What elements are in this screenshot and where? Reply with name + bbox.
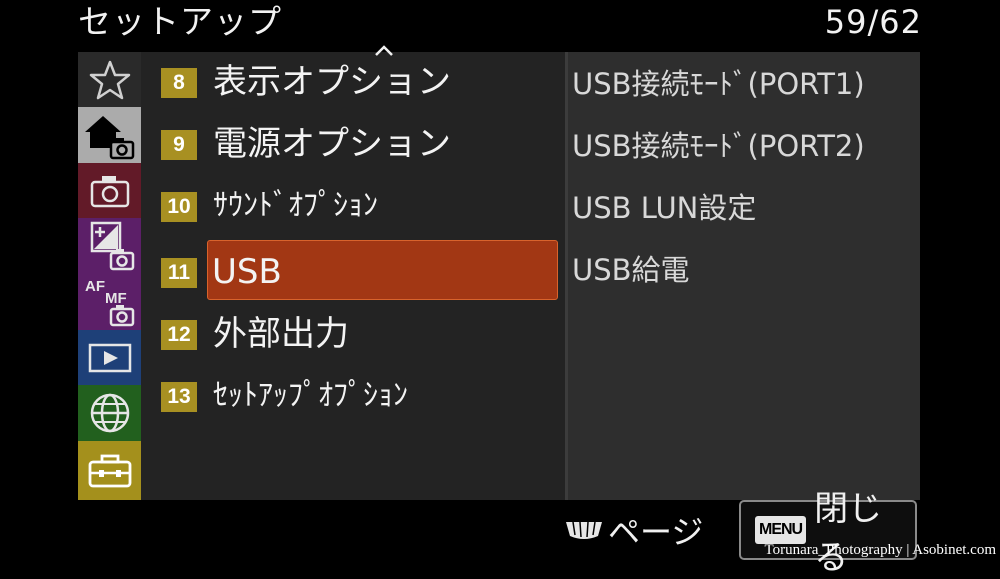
submenu-item-usb-connection-mode-port1[interactable]: USB接続ﾓｰﾄﾞ(PORT1) [572, 54, 865, 114]
page-label: ページ [608, 513, 704, 551]
main-menu-panel: 8 表示オプション 9 電源オプション 10 ｻｳﾝﾄﾞｵﾌﾟｼｮﾝ 11 US… [141, 45, 565, 500]
submenu-item-usb-lun-setting[interactable]: USB LUN設定 [572, 178, 756, 238]
tab-network[interactable] [78, 385, 141, 441]
globe-icon [90, 393, 129, 433]
page-counter: 59/62 [824, 3, 922, 41]
close-label: 閉じる [814, 489, 883, 578]
star-icon [89, 60, 130, 99]
tab-shooting-main[interactable] [78, 107, 141, 163]
camera-icon [90, 175, 129, 207]
menu-item-setup-options[interactable]: 13 ｾｯﾄｱｯﾌﾟｵﾌﾟｼｮﾝ [141, 366, 565, 426]
page-navigation-hint[interactable]: ページ [564, 505, 703, 555]
menu-item-sound-options[interactable]: 10 ｻｳﾝﾄﾞｵﾌﾟｼｮﾝ [141, 176, 565, 236]
menu-item-label: 電源オプション [213, 124, 451, 164]
submenu-item-usb-power-supply[interactable]: USB給電 [572, 240, 690, 300]
menu-number-badge: 13 [161, 382, 197, 412]
tab-camera[interactable] [78, 163, 141, 218]
menu-item-external-output[interactable]: 12 外部出力 [141, 304, 565, 364]
toolbox-icon [88, 454, 131, 487]
menu-item-usb[interactable]: 11 USB [141, 240, 565, 302]
af-mf-camera-icon: AF MF [85, 278, 134, 327]
menu-number-badge: 11 [161, 258, 197, 288]
menu-item-label: ｾｯﾄｱｯﾌﾟｵﾌﾟｼｮﾝ [213, 378, 408, 413]
menu-item-display-options[interactable]: 8 表示オプション [141, 52, 565, 112]
menu-key-icon: MENU [755, 516, 807, 544]
menu-item-label: USB [212, 252, 282, 292]
category-sidebar: AF MF [78, 52, 141, 500]
menu-item-label: ｻｳﾝﾄﾞｵﾌﾟｼｮﾝ [213, 188, 378, 223]
exposure-camera-icon [90, 221, 134, 271]
menu-item-power-options[interactable]: 9 電源オプション [141, 114, 565, 174]
tab-playback[interactable] [78, 330, 141, 385]
playback-icon [88, 343, 131, 372]
menu-item-label: 表示オプション [213, 62, 451, 102]
menu-item-label: 外部出力 [213, 314, 349, 354]
menu-number-badge: 8 [161, 68, 197, 98]
tab-setup[interactable] [78, 441, 141, 500]
dial-icon [566, 521, 602, 539]
menu-number-badge: 12 [161, 320, 197, 350]
menu-number-badge: 9 [161, 130, 197, 160]
submenu-item-usb-connection-mode-port2[interactable]: USB接続ﾓｰﾄﾞ(PORT2) [572, 116, 865, 176]
menu-number-badge: 10 [161, 192, 197, 222]
af-text: AF [85, 278, 105, 295]
tab-favorites[interactable] [78, 52, 141, 107]
home-camera-icon [84, 116, 134, 160]
tab-focus[interactable]: AF MF [78, 274, 141, 330]
screen-title: セットアップ [78, 2, 282, 41]
submenu-panel: USB接続ﾓｰﾄﾞ(PORT1) USB接続ﾓｰﾄﾞ(PORT2) USB LU… [568, 52, 920, 500]
watermark: Torunara_Photography | Asobinet.com [764, 542, 997, 558]
tab-exposure[interactable] [78, 218, 141, 274]
mf-text: MF [105, 290, 127, 307]
